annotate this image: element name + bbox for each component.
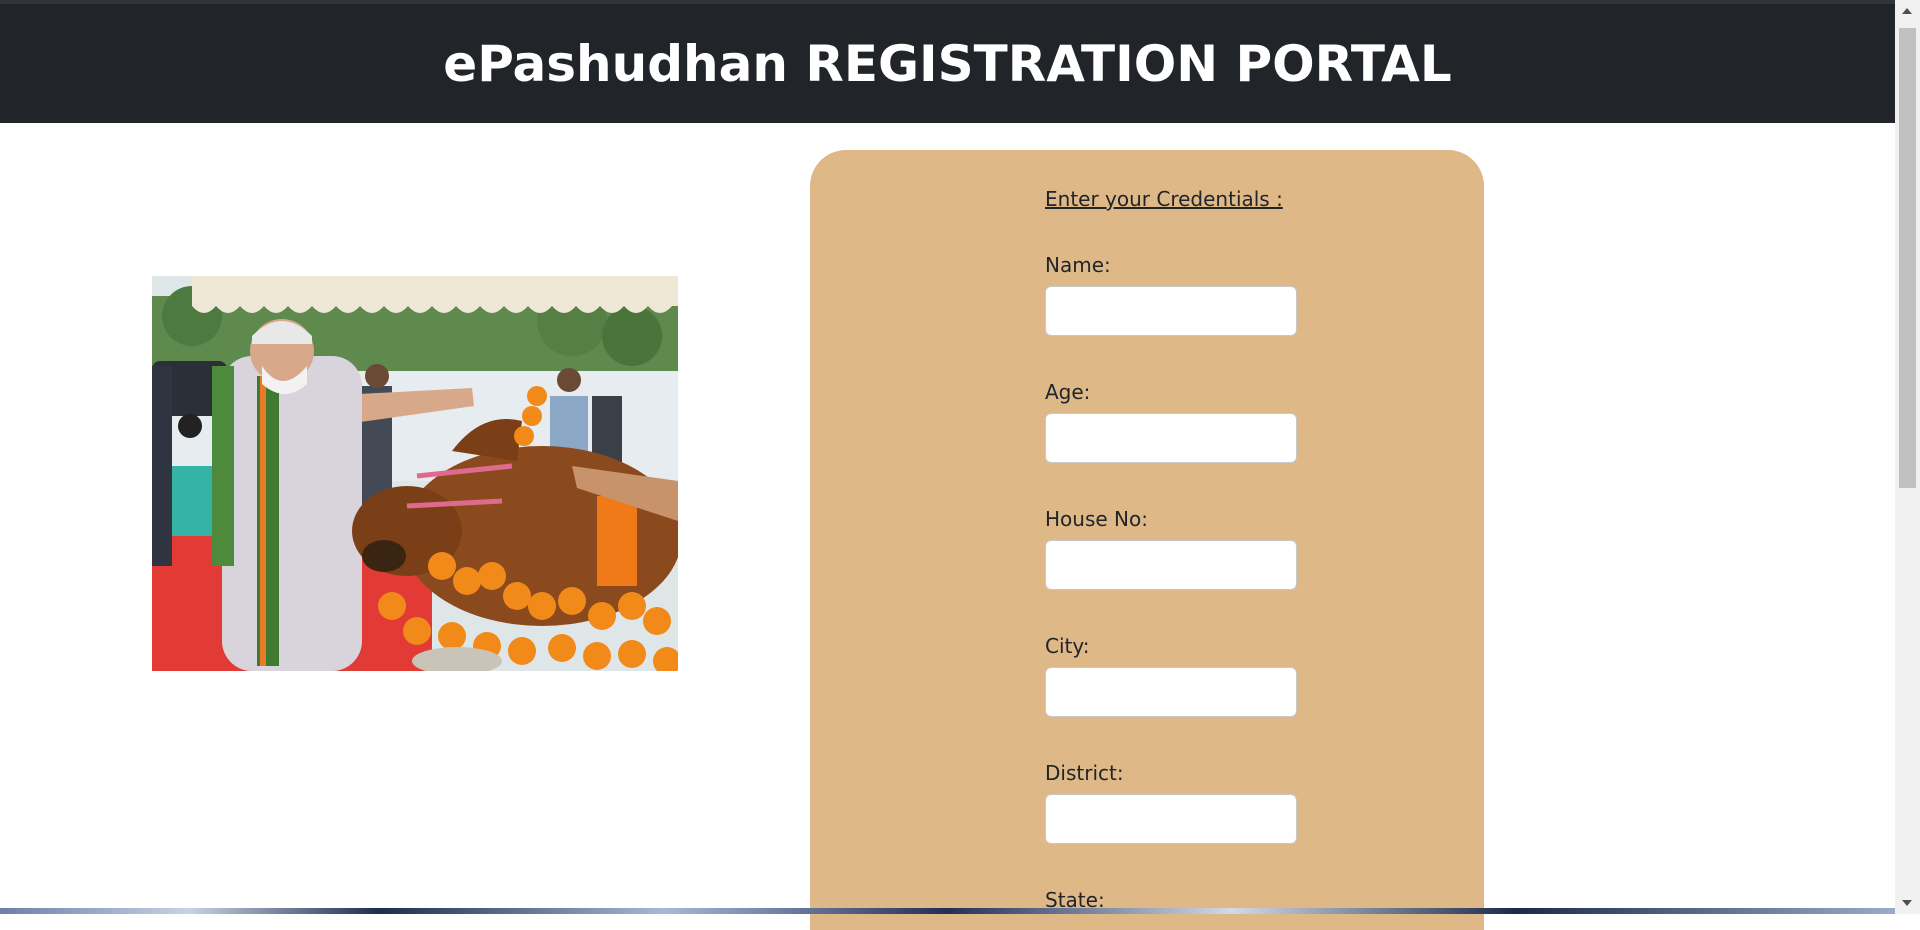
scroll-up-arrow-icon[interactable] (1902, 8, 1912, 14)
name-input[interactable] (1045, 286, 1297, 336)
age-label: Age: (1045, 380, 1091, 404)
district-input[interactable] (1045, 794, 1297, 844)
age-input[interactable] (1045, 413, 1297, 463)
city-input[interactable] (1045, 667, 1297, 717)
city-label: City: (1045, 634, 1090, 658)
house-no-label: House No: (1045, 507, 1148, 531)
registration-form: Enter your Credentials : Name: Age: Hous… (1045, 184, 1297, 921)
taskbar-edge-strip (0, 908, 1895, 914)
page-title: ePashudhan REGISTRATION PORTAL (443, 34, 1452, 93)
district-label: District: (1045, 761, 1124, 785)
scrollbar-thumb[interactable] (1899, 28, 1916, 488)
registration-form-card: Enter your Credentials : Name: Age: Hous… (810, 150, 1484, 930)
scroll-down-arrow-icon[interactable] (1902, 900, 1912, 906)
house-no-input[interactable] (1045, 540, 1297, 590)
name-label: Name: (1045, 253, 1111, 277)
form-heading: Enter your Credentials : (1045, 187, 1283, 211)
photo-image (152, 276, 678, 671)
hero-photo (152, 276, 678, 671)
vertical-scrollbar[interactable] (1895, 0, 1920, 914)
page-header: ePashudhan REGISTRATION PORTAL (0, 4, 1895, 123)
